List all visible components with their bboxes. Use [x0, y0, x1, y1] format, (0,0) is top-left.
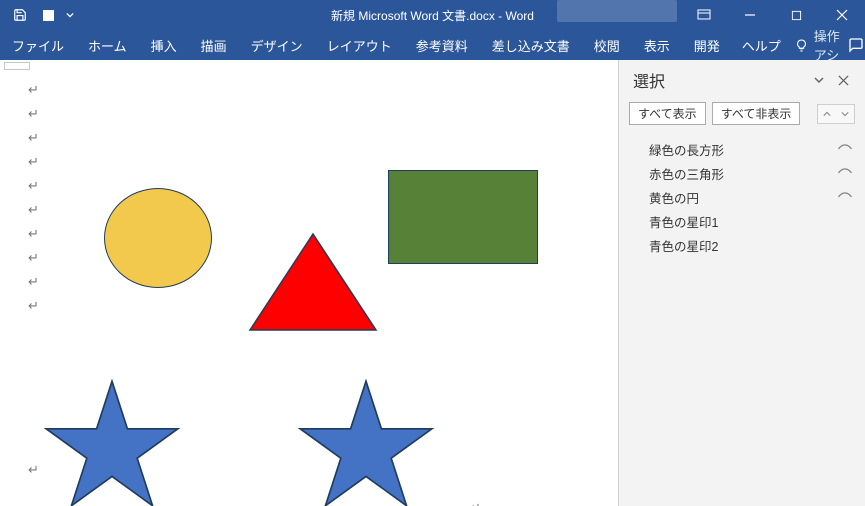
- qat-dropdown-icon[interactable]: [62, 0, 78, 30]
- shape-blue-star-2[interactable]: [296, 376, 436, 506]
- selection-pane-toolbar: すべて表示 すべて非表示: [619, 98, 865, 133]
- visibility-icon[interactable]: [835, 190, 855, 204]
- tab-layout[interactable]: レイアウト: [315, 30, 404, 60]
- save-icon[interactable]: [6, 0, 34, 30]
- tab-review[interactable]: 校閲: [582, 30, 632, 60]
- list-item[interactable]: 赤色の三角形: [633, 161, 855, 185]
- show-all-button[interactable]: すべて表示: [629, 102, 706, 125]
- quick-access-toolbar: [0, 0, 78, 30]
- qat-placeholder-icon[interactable]: [34, 0, 62, 30]
- tab-insert[interactable]: 挿入: [139, 30, 189, 60]
- selection-pane-header: 選択: [619, 60, 865, 98]
- list-item-label: 青色の星印1: [633, 212, 835, 231]
- visibility-icon[interactable]: [835, 142, 855, 156]
- pane-close-icon[interactable]: [831, 68, 855, 92]
- minimize-button[interactable]: [727, 0, 773, 30]
- shape-red-triangle[interactable]: [248, 232, 378, 332]
- workspace: ↵↵↵↵↵↵↵↵↵↵ ↵ ↵ 選択: [0, 60, 865, 506]
- list-item-label: 緑色の長方形: [633, 140, 835, 159]
- close-button[interactable]: [819, 0, 865, 30]
- selection-pane-title: 選択: [633, 68, 807, 92]
- list-item[interactable]: 黄色の円: [633, 185, 855, 209]
- maximize-button[interactable]: [773, 0, 819, 30]
- account-box[interactable]: [557, 0, 677, 22]
- list-item[interactable]: 青色の星印2: [633, 233, 855, 257]
- move-up-icon[interactable]: [818, 105, 836, 123]
- shape-blue-star-1[interactable]: [42, 376, 182, 506]
- comments-icon[interactable]: [847, 30, 865, 60]
- tab-home[interactable]: ホーム: [76, 30, 139, 60]
- selection-pane-list: 緑色の長方形 赤色の三角形 黄色の円 青色の星印1: [619, 133, 865, 257]
- reorder-buttons: [817, 104, 855, 124]
- list-item[interactable]: 青色の星印1: [633, 209, 855, 233]
- tab-design[interactable]: デザイン: [239, 30, 315, 60]
- tab-mailings[interactable]: 差し込み文書: [480, 30, 582, 60]
- shape-yellow-ellipse[interactable]: [104, 188, 212, 288]
- list-item-label: 黄色の円: [633, 188, 835, 207]
- list-item-label: 赤色の三角形: [633, 164, 835, 183]
- selection-pane: 選択 すべて表示 すべて非表示 緑色の長方形: [618, 60, 865, 506]
- tellme-text[interactable]: 操作アシ: [808, 30, 847, 60]
- document-area[interactable]: ↵↵↵↵↵↵↵↵↵↵ ↵ ↵: [0, 60, 618, 506]
- tab-file[interactable]: ファイル: [0, 30, 76, 60]
- tab-view[interactable]: 表示: [632, 30, 682, 60]
- move-down-icon[interactable]: [836, 105, 854, 123]
- tellme-bulb-icon[interactable]: [795, 30, 808, 60]
- ribbon-tabs: ファイル ホーム 挿入 描画 デザイン レイアウト 参考資料 差し込み文書 校閲…: [0, 30, 865, 60]
- paragraph-marks: ↵↵↵↵↵↵↵↵↵↵ ↵: [28, 78, 39, 482]
- tab-developer[interactable]: 開発: [682, 30, 732, 60]
- ribbon-display-button[interactable]: [681, 0, 727, 30]
- shape-green-rectangle[interactable]: [388, 170, 538, 264]
- paragraph-mark-end: ↵: [470, 500, 481, 506]
- visibility-icon[interactable]: [835, 166, 855, 180]
- list-item-label: 青色の星印2: [633, 236, 835, 255]
- title-bar: 新規 Microsoft Word 文書.docx - Word: [0, 0, 865, 30]
- ruler-corner: [4, 62, 30, 70]
- tab-references[interactable]: 参考資料: [404, 30, 480, 60]
- window-buttons: [557, 0, 865, 30]
- list-item[interactable]: 緑色の長方形: [633, 137, 855, 161]
- tab-draw[interactable]: 描画: [189, 30, 239, 60]
- tab-help[interactable]: ヘルプ: [732, 30, 791, 60]
- pane-collapse-icon[interactable]: [807, 68, 831, 92]
- hide-all-button[interactable]: すべて非表示: [712, 102, 801, 125]
